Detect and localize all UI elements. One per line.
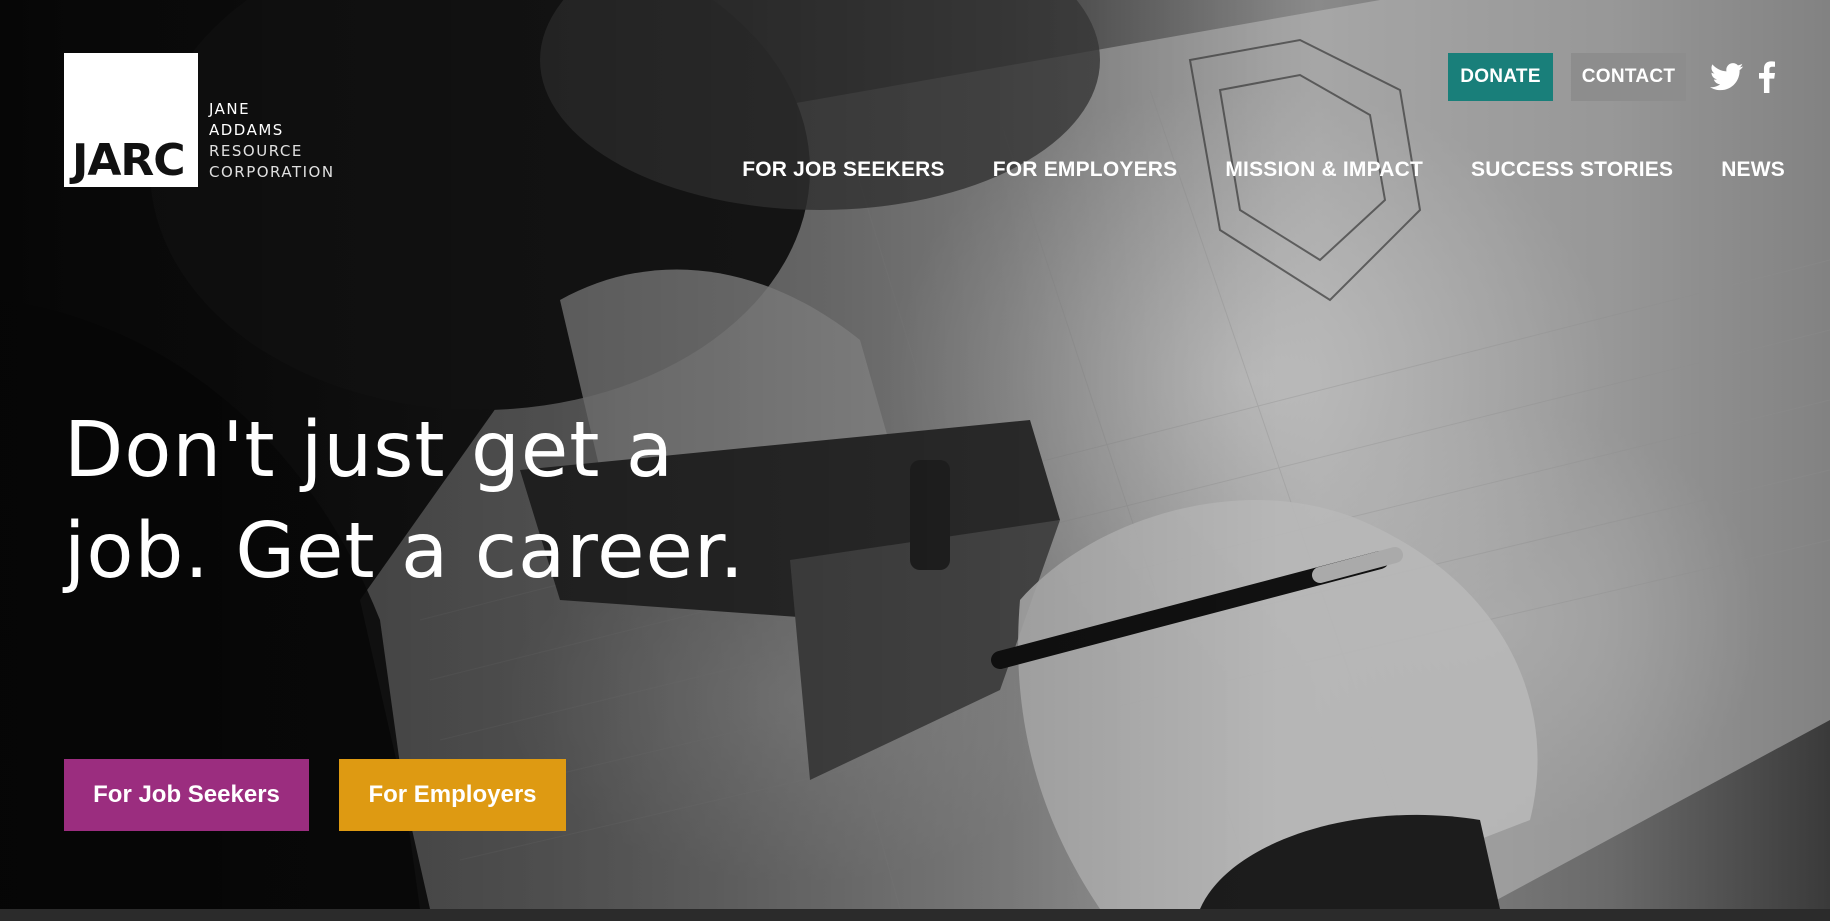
site-logo[interactable]: JARC JANE ADDAMS RESOURCE CORPORATION [64, 53, 335, 187]
nav-item-employers[interactable]: FOR EMPLOYERS [993, 158, 1178, 182]
nav-item-job-seekers[interactable]: FOR JOB SEEKERS [742, 158, 945, 182]
logo-line-1: JANE [209, 100, 251, 118]
contact-button[interactable]: CONTACT [1571, 53, 1686, 101]
nav-item-success-stories[interactable]: SUCCESS STORIES [1471, 158, 1673, 182]
logo-mark-box: JARC [64, 53, 198, 187]
hero-headline: Don't just get a job. Get a career. [64, 400, 764, 602]
logo-line-2: ADDAMS [209, 121, 284, 139]
employers-cta-button[interactable]: For Employers [339, 759, 566, 831]
hero-headline-line-2: job. Get a career. [64, 507, 745, 596]
logo-wordmark: JANE ADDAMS RESOURCE CORPORATION [209, 99, 335, 183]
bottom-bar [0, 909, 1830, 921]
top-actions: DONATE CONTACT [1448, 53, 1776, 101]
hero-headline-line-1: Don't just get a [64, 406, 675, 495]
main-nav: FOR JOB SEEKERS FOR EMPLOYERS MISSION & … [742, 158, 1785, 182]
logo-line-3: RESOURCE [209, 142, 303, 160]
nav-item-mission-impact[interactable]: MISSION & IMPACT [1225, 158, 1423, 182]
nav-item-news[interactable]: NEWS [1721, 158, 1785, 182]
donate-button[interactable]: DONATE [1448, 53, 1553, 101]
twitter-icon[interactable] [1710, 63, 1744, 91]
hero-section: JARC JANE ADDAMS RESOURCE CORPORATION DO… [0, 0, 1830, 909]
facebook-icon[interactable] [1758, 61, 1776, 93]
logo-line-4: CORPORATION [209, 163, 335, 181]
logo-mark: JARC [72, 135, 186, 186]
job-seekers-cta-button[interactable]: For Job Seekers [64, 759, 309, 831]
social-links [1710, 61, 1776, 93]
